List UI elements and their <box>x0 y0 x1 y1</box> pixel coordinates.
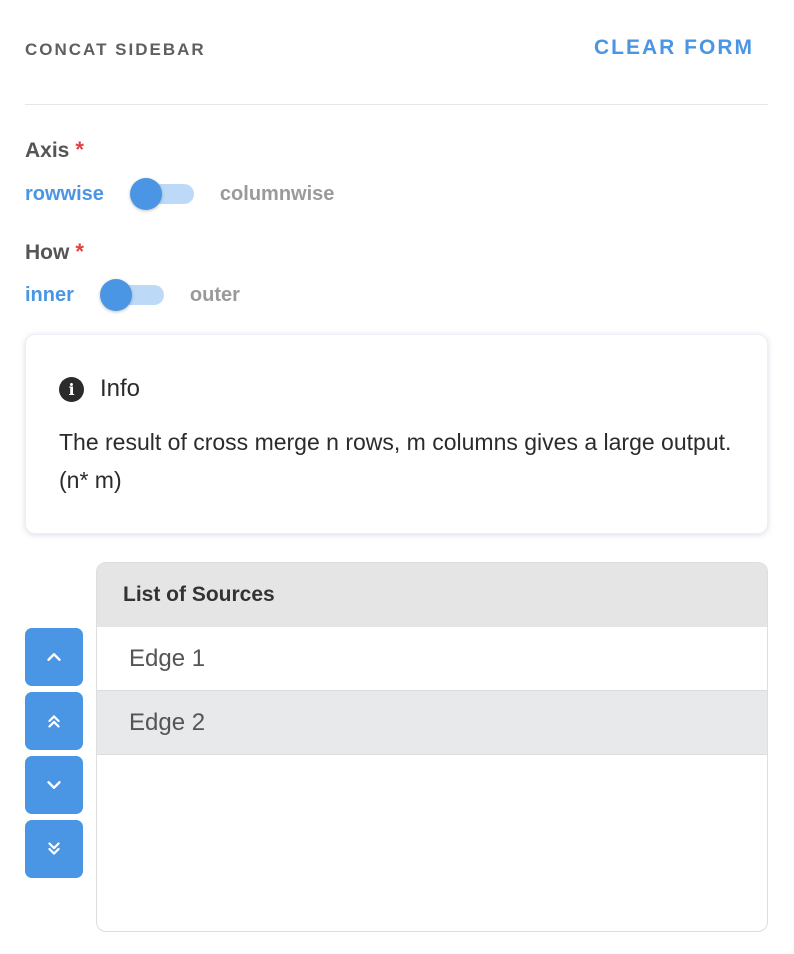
clear-form-button[interactable]: CLEAR FORM <box>594 36 754 60</box>
info-card: i Info The result of cross merge n rows,… <box>25 334 768 534</box>
how-label-text: How <box>25 241 70 264</box>
move-up-button[interactable] <box>25 628 83 686</box>
axis-toggle-thumb[interactable] <box>129 178 162 210</box>
sidebar-header: CONCAT SIDEBAR CLEAR FORM <box>25 0 768 105</box>
how-toggle-thumb[interactable] <box>99 279 132 311</box>
how-switch-row: inner outer <box>25 277 240 313</box>
info-title: Info <box>100 375 141 402</box>
move-to-bottom-button[interactable] <box>25 820 83 878</box>
double-chevron-up-icon <box>48 715 60 728</box>
how-option-inner[interactable]: inner <box>25 284 74 307</box>
axis-switch-row: rowwise columnwise <box>25 176 334 212</box>
how-label: How * <box>25 239 84 265</box>
sidebar-title: CONCAT SIDEBAR <box>25 40 206 59</box>
move-to-top-button[interactable] <box>25 692 83 750</box>
required-asterisk: * <box>75 239 84 264</box>
axis-label: Axis * <box>25 137 84 163</box>
axis-option-columnwise[interactable]: columnwise <box>220 183 334 206</box>
required-asterisk: * <box>75 137 84 162</box>
chevron-up-icon <box>47 653 61 661</box>
double-chevron-down-icon <box>48 842 60 855</box>
info-heading: i Info <box>59 375 140 403</box>
sources-list-header: List of Sources <box>97 563 767 627</box>
axis-option-rowwise[interactable]: rowwise <box>25 183 104 206</box>
axis-label-text: Axis <box>25 139 70 162</box>
info-message: The result of cross merge n rows, m colu… <box>59 429 732 493</box>
list-item[interactable]: Edge 1 <box>97 627 767 691</box>
move-down-button[interactable] <box>25 756 83 814</box>
sources-list: List of Sources Edge 1 Edge 2 <box>96 562 768 932</box>
chevron-down-icon <box>47 781 61 789</box>
axis-toggle[interactable] <box>129 176 194 212</box>
list-item[interactable]: Edge 2 <box>97 691 767 755</box>
info-icon: i <box>59 376 84 402</box>
how-toggle[interactable] <box>99 277 164 313</box>
how-option-outer[interactable]: outer <box>190 284 240 307</box>
